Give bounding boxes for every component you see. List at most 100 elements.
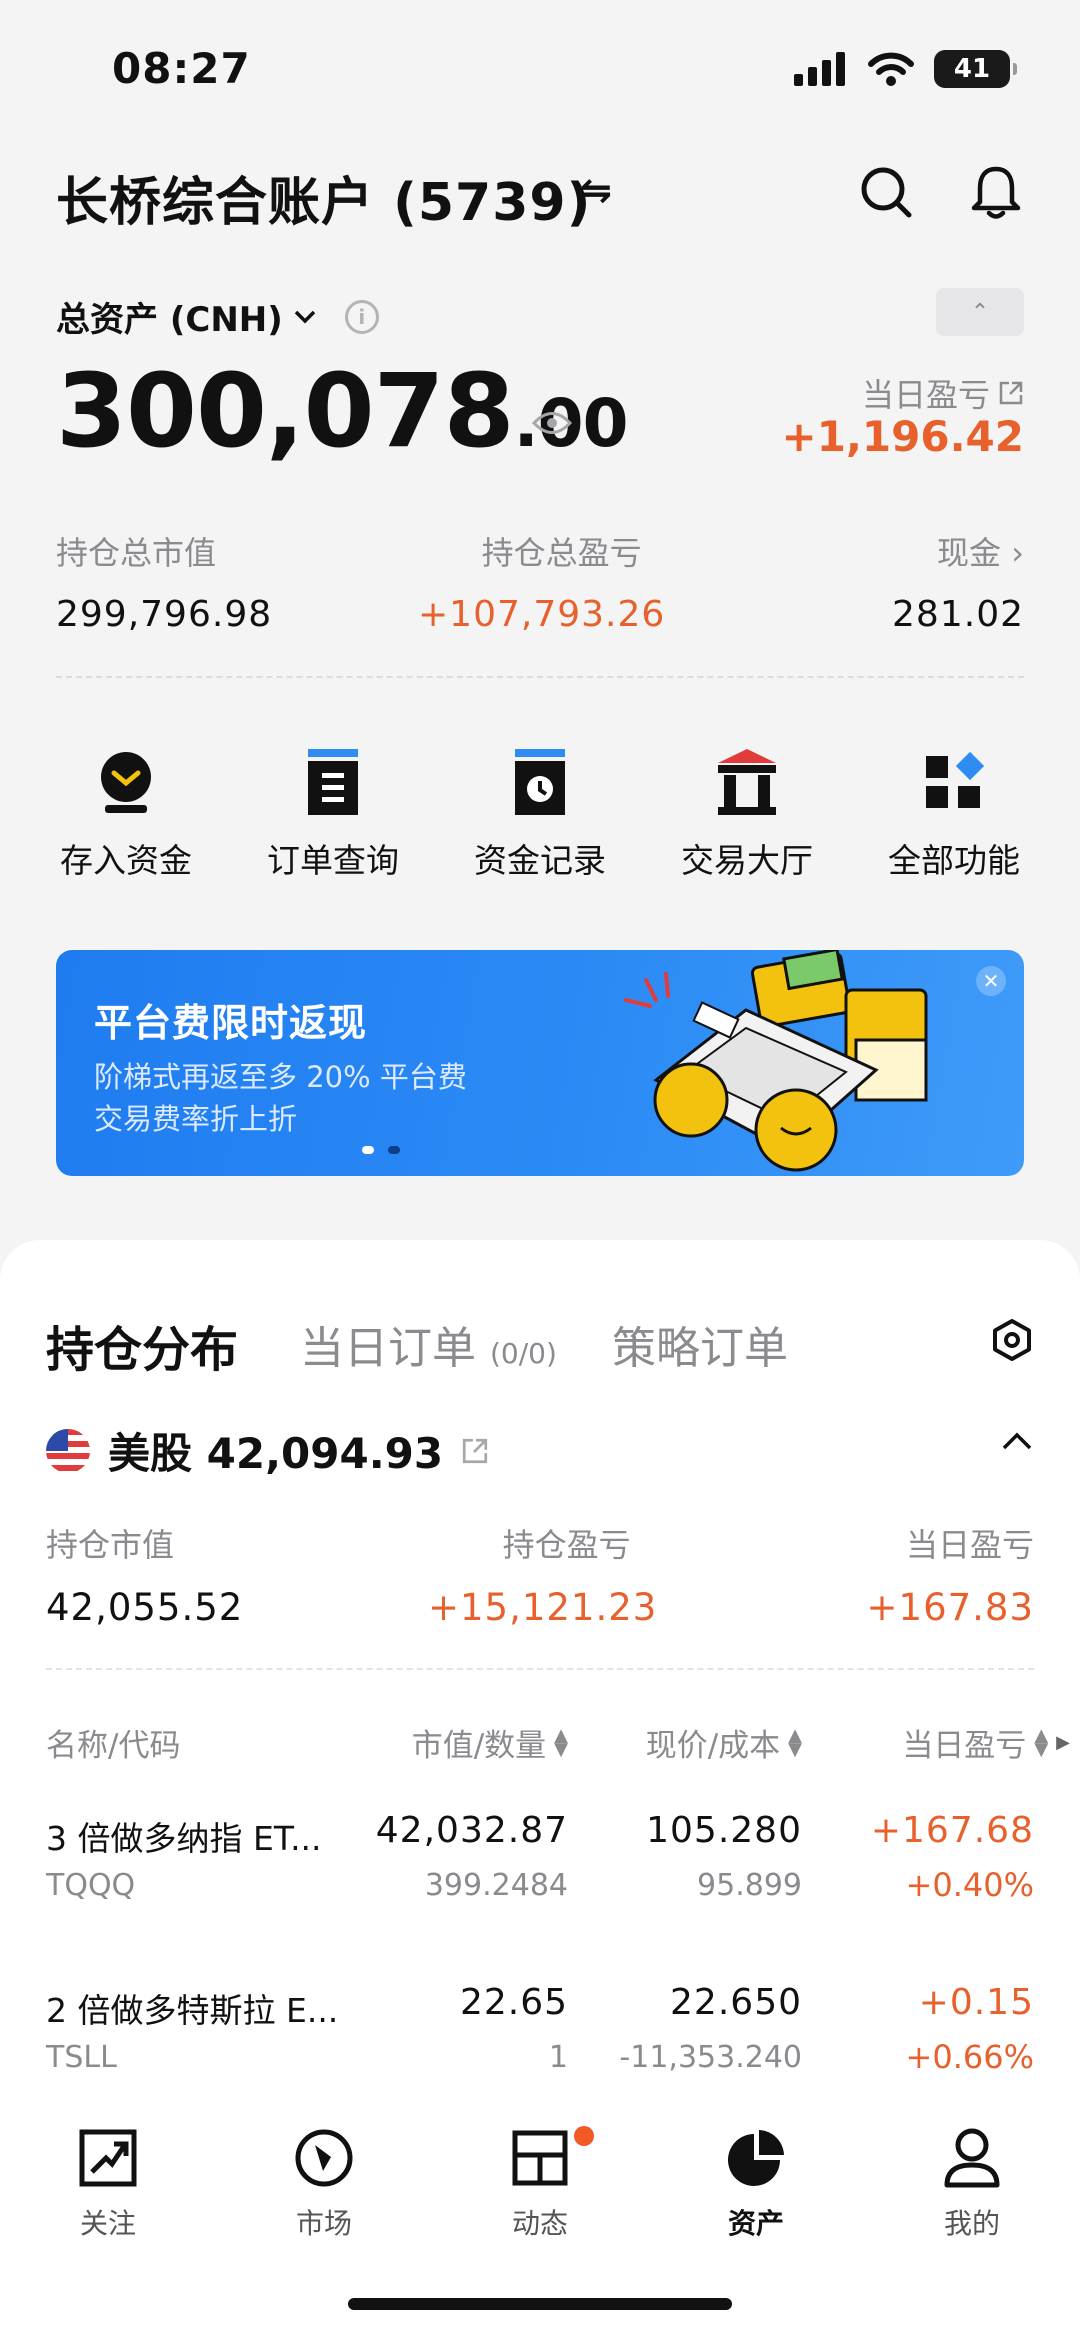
market-icon <box>295 2129 353 2187</box>
stock-name: 2 倍做多特斯拉 E... <box>46 1991 339 2030</box>
column-header-price[interactable]: 现价/成本 ▲ ▼ <box>646 1720 802 1765</box>
bell-icon <box>971 166 1021 219</box>
eye-icon[interactable] <box>532 410 572 436</box>
banner-close-button[interactable]: ✕ <box>976 966 1006 996</box>
deposit-icon <box>101 752 151 813</box>
stock-day-pnl-pct: +0.66% <box>905 2038 1034 2076</box>
promo-banner[interactable]: 平台费限时返现 阶梯式再返至多 20% 平台费 交易费率折上折 ✕ <box>56 950 1024 1176</box>
cash-label-row: 现金 › <box>892 528 1024 574</box>
stock-code: TSLL <box>46 2040 117 2075</box>
tab-holdings[interactable]: 持仓分布 <box>46 1310 238 1380</box>
banner-title: 平台费限时返现 <box>94 1001 368 1045</box>
stock-cost: 95.899 <box>697 1868 802 1903</box>
search-icon <box>861 167 912 218</box>
switch-account-icon[interactable]: ⇋ <box>580 168 612 212</box>
us-pnl: +15,121.23 <box>428 1586 658 1629</box>
quick-action-order-query[interactable]: 订单查询 <box>233 744 433 882</box>
us-market-value: 42,055.52 <box>46 1586 244 1629</box>
sort-icon: ▲ ▼ <box>1034 1724 1049 1760</box>
chevron-up-icon[interactable] <box>1000 1430 1034 1452</box>
watchlist-icon <box>79 2129 137 2187</box>
quick-action-label: 订单查询 <box>267 841 399 880</box>
banner-subtitle-2: 交易费率折上折 <box>94 1102 298 1136</box>
divider <box>56 676 1024 678</box>
us-day-pnl-stat: 当日盈亏 +167.83 <box>867 1520 1034 1629</box>
table-row[interactable]: 2 倍做多特斯拉 E... TSLL 22.65 1 22.650 -11,35… <box>0 1962 1080 2082</box>
cash-value: 281.02 <box>892 594 1024 635</box>
quick-action-all-functions[interactable]: 全部功能 <box>854 744 1054 882</box>
us-market-value-stat: 持仓市值 42,055.52 <box>46 1520 243 1629</box>
nav-label: 关注 <box>79 2207 136 2240</box>
quick-action-trading-hall[interactable]: 交易大厅 <box>647 744 847 882</box>
total-assets-currency-selector[interactable]: 总资产 (CNH) i <box>56 292 379 341</box>
table-row[interactable]: 3 倍做多纳指 ET... TQQQ 42,032.87 399.2484 10… <box>0 1790 1080 1940</box>
search-button[interactable] <box>854 160 918 224</box>
nav-market[interactable]: 市场 <box>216 2120 432 2242</box>
account-title[interactable]: 长桥综合账户 (5739) <box>56 160 591 235</box>
us-day-pnl: +167.83 <box>866 1586 1034 1629</box>
trading-hall-icon <box>718 749 776 815</box>
battery-icon: 41 <box>934 50 1017 88</box>
notification-badge <box>574 2126 594 2146</box>
stock-market-value: 22.65 <box>459 1982 568 2023</box>
quick-action-deposit[interactable]: 存入资金 <box>26 744 226 882</box>
nav-label: 我的 <box>943 2207 1000 2240</box>
divider <box>46 1668 1034 1670</box>
quick-action-label: 存入资金 <box>60 841 192 880</box>
info-icon[interactable]: i <box>344 299 379 334</box>
stock-cost: -11,353.240 <box>619 2040 802 2075</box>
nav-assets[interactable]: 资产 <box>648 2120 864 2242</box>
column-header-name-label: 名称/代码 <box>46 1728 181 1764</box>
us-day-pnl-label: 当日盈亏 <box>905 1526 1034 1564</box>
carousel-dot-active <box>362 1146 374 1154</box>
stock-quantity: 1 <box>548 2040 568 2075</box>
nav-feed[interactable]: 动态 <box>432 2120 648 2242</box>
wifi-icon <box>868 52 914 86</box>
day-pnl-label: 当日盈亏 <box>861 376 990 414</box>
us-pnl-stat: 持仓盈亏 +15,121.23 <box>428 1520 657 1629</box>
nav-watchlist[interactable]: 关注 <box>0 2120 216 2242</box>
status-icons: 41 <box>794 50 1017 88</box>
tab-day-orders-label: 当日订单 <box>300 1323 476 1374</box>
cash-stat[interactable]: 现金 › 281.02 <box>892 528 1024 635</box>
column-header-market-value[interactable]: 市值/数量 ▲ ▼ <box>412 1720 568 1765</box>
all-functions-icon <box>926 752 984 808</box>
tab-strategy-orders[interactable]: 策略订单 <box>612 1312 788 1376</box>
day-pnl-link[interactable]: 当日盈亏 <box>862 370 1024 416</box>
column-header-price-label: 现价/成本 <box>645 1728 781 1764</box>
sort-icon: ▲ ▼ <box>788 1724 802 1760</box>
column-header-name: 名称/代码 <box>46 1720 180 1765</box>
us-market-value-label: 持仓市值 <box>46 1526 175 1564</box>
settings-icon[interactable] <box>990 1318 1034 1362</box>
home-indicator[interactable] <box>348 2298 732 2310</box>
cellular-signal-icon <box>794 52 845 86</box>
quick-action-label: 交易大厅 <box>681 841 813 880</box>
external-link-icon[interactable] <box>461 1437 489 1465</box>
stock-day-pnl-pct: +0.40% <box>905 1866 1034 1904</box>
collapse-button[interactable]: ⌃ <box>936 288 1024 336</box>
cash-label: 现金 <box>937 534 1002 572</box>
carousel-dot <box>388 1146 400 1154</box>
stock-price: 105.280 <box>646 1810 802 1851</box>
stock-quantity: 399.2484 <box>424 1868 568 1903</box>
quick-action-fund-record[interactable]: 资金记录 <box>440 744 640 882</box>
tab-day-orders[interactable]: 当日订单 (0/0) <box>300 1312 557 1376</box>
position-pnl-label: 持仓总盈亏 <box>481 534 642 572</box>
chevron-up-small-icon: ⌃ <box>970 299 990 325</box>
stock-day-pnl: +0.15 <box>918 1982 1034 2023</box>
notification-button[interactable] <box>964 160 1028 224</box>
market-value: 299,796.98 <box>56 594 273 635</box>
feed-icon <box>512 2130 568 2186</box>
profile-icon <box>944 2128 1000 2188</box>
stock-market-value: 42,032.87 <box>375 1810 568 1851</box>
quick-action-label: 全部功能 <box>888 841 1020 880</box>
nav-label: 动态 <box>511 2207 568 2240</box>
banner-subtitle-1: 阶梯式再返至多 20% 平台费 <box>94 1060 467 1094</box>
sort-icon: ▲ ▼ <box>554 1724 568 1760</box>
nav-profile[interactable]: 我的 <box>864 2120 1080 2242</box>
column-header-day-pnl[interactable]: 当日盈亏 ▲ ▼ ▶ <box>902 1720 1070 1765</box>
chevron-down-icon <box>294 310 316 323</box>
us-flag-icon <box>46 1428 90 1473</box>
position-pnl-stat: 持仓总盈亏 +107,793.26 <box>418 528 665 635</box>
us-stocks-header[interactable]: 美股 42,094.93 <box>46 1420 489 1481</box>
